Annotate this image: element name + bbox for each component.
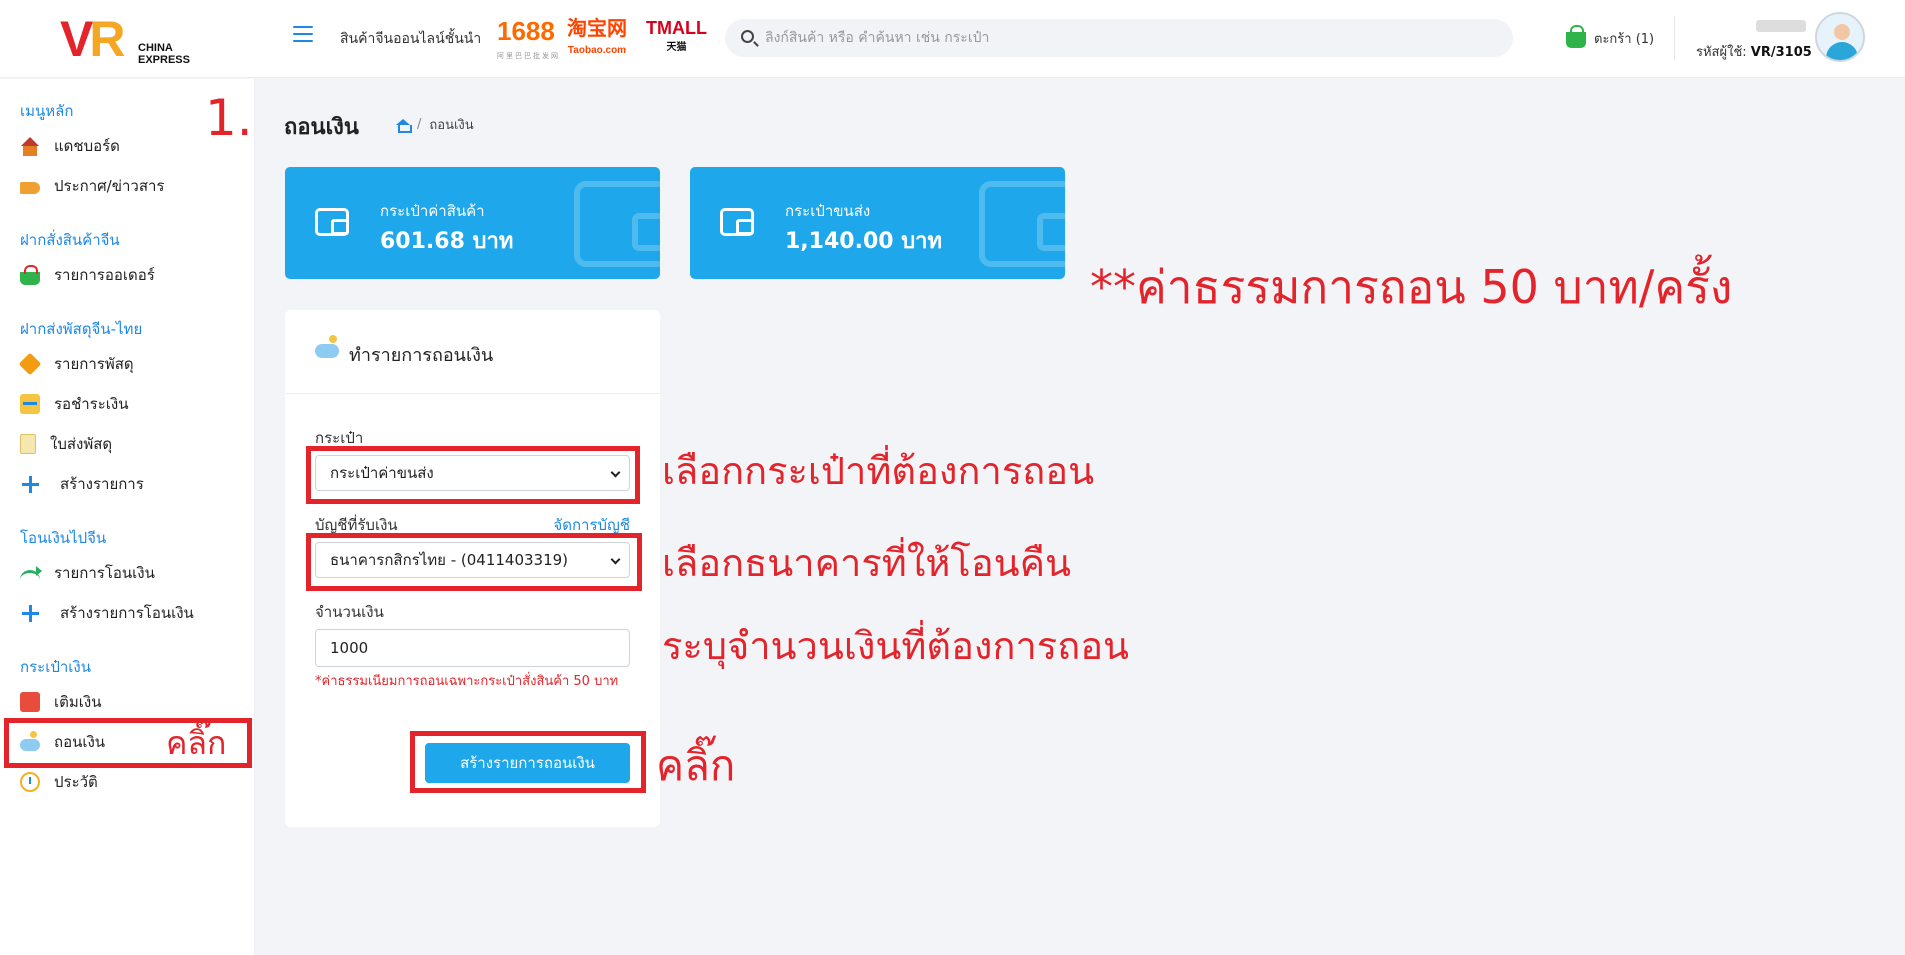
username-redacted bbox=[1756, 20, 1806, 32]
wallet-amount: 601.68 บาท bbox=[380, 229, 514, 254]
sidebar-section-transfer: โอนเงินไปจีน bbox=[20, 529, 107, 547]
annotation-enter-amount: ระบุจำนวนเงินที่ต้องการถอน bbox=[662, 624, 1130, 668]
brand-tmall-logo[interactable]: TMALL 天猫 bbox=[646, 18, 707, 58]
chevron-down-icon bbox=[610, 554, 621, 565]
brand-1688-logo[interactable]: 1688 阿里巴巴批发网 bbox=[497, 18, 560, 70]
form-title: ทำรายการถอนเงิน bbox=[349, 345, 494, 366]
sidebar-item-create-shipment[interactable]: สร้างรายการ bbox=[20, 470, 144, 498]
fee-note: *ค่าธรรมเนียมการถอนเฉพาะกระเป๋าสั่งสินค้… bbox=[315, 674, 619, 689]
sidebar: เมนูหลัก แดชบอร์ด ประกาศ/ข่าวสาร ฝากสั่ง… bbox=[0, 79, 255, 955]
sidebar-section-order: ฝากสั่งสินค้าจีน bbox=[20, 231, 120, 249]
clock-icon bbox=[20, 772, 40, 792]
transfer-arrow-icon bbox=[20, 566, 42, 582]
sidebar-item-parcels[interactable]: รายการพัสดุ bbox=[18, 350, 134, 378]
account-select[interactable]: ธนาคารกสิกรไทย - (0411403319) bbox=[315, 542, 630, 578]
sidebar-item-orders[interactable]: รายการออเดอร์ bbox=[20, 261, 155, 289]
brand-taobao-logo[interactable]: 淘宝网 Taobao.com bbox=[567, 18, 627, 62]
form-header: ทำรายการถอนเงิน bbox=[285, 310, 660, 394]
topup-icon bbox=[20, 692, 40, 712]
tagline: สินค้าจีนออนไลน์ชั้นนำ bbox=[340, 31, 482, 47]
sidebar-item-history[interactable]: ประวัติ bbox=[20, 768, 98, 796]
create-withdrawal-button[interactable]: สร้างรายการถอนเงิน bbox=[425, 743, 630, 783]
sidebar-item-dashboard[interactable]: แดชบอร์ด bbox=[20, 132, 120, 160]
megaphone-icon bbox=[20, 182, 40, 194]
withdraw-form: ทำรายการถอนเงิน กระเป๋า กระเป๋าค่าขนส่ง … bbox=[285, 310, 660, 827]
sidebar-item-shipping-slip[interactable]: ใบส่งพัสดุ bbox=[20, 430, 112, 458]
sidebar-item-pending-payment[interactable]: รอชำระเงิน bbox=[20, 390, 129, 418]
payment-icon bbox=[20, 394, 40, 414]
wallet-select[interactable]: กระเป๋าค่าขนส่ง bbox=[315, 455, 630, 491]
page-title: ถอนเงิน bbox=[284, 115, 359, 140]
search-icon[interactable] bbox=[741, 30, 754, 43]
wallet-label: กระเป๋าขนส่ง bbox=[785, 202, 871, 220]
home-icon[interactable] bbox=[396, 118, 412, 133]
sidebar-item-create-transfer[interactable]: สร้างรายการโอนเงิน bbox=[20, 599, 194, 627]
basket-icon bbox=[1566, 24, 1586, 48]
chevron-down-icon bbox=[610, 467, 621, 478]
logo-line-2: EXPRESS bbox=[138, 54, 190, 66]
annotation-choose-bank: เลือกธนาคารที่ให้โอนคืน bbox=[662, 541, 1072, 585]
withdraw-hand-icon bbox=[20, 731, 40, 751]
box-icon bbox=[18, 352, 42, 376]
wallet-card-goods[interactable]: กระเป๋าค่าสินค้า 601.68 บาท bbox=[285, 167, 660, 279]
sidebar-section-shipping: ฝากส่งพัสดุจีน-ไทย bbox=[20, 320, 143, 338]
plus-icon bbox=[20, 474, 40, 494]
cart-label: ตะกร้า (1) bbox=[1594, 32, 1655, 47]
sidebar-item-withdraw[interactable]: ถอนเงิน bbox=[20, 728, 105, 756]
sidebar-item-news[interactable]: ประกาศ/ข่าวสาร bbox=[20, 172, 164, 200]
annotation-step-number: 1. bbox=[205, 89, 253, 147]
wallet-bg-icon bbox=[979, 181, 1065, 267]
amount-field-label: จำนวนเงิน bbox=[315, 603, 384, 621]
sidebar-section-wallet: กระเป๋าเงิน bbox=[20, 658, 91, 676]
cart-button[interactable]: ตะกร้า (1) bbox=[1566, 24, 1655, 49]
logo-mark: VR bbox=[60, 11, 125, 67]
annotation-choose-wallet: เลือกกระเป๋าที่ต้องการถอน bbox=[662, 449, 1095, 493]
sidebar-item-transfers[interactable]: รายการโอนเงิน bbox=[20, 559, 155, 587]
wallet-field-label: กระเป๋า bbox=[315, 429, 364, 447]
wallet-amount: 1,140.00 บาท bbox=[785, 229, 943, 254]
basket-icon bbox=[20, 264, 40, 285]
sidebar-item-topup[interactable]: เติมเงิน bbox=[20, 688, 101, 716]
plus-icon bbox=[20, 603, 40, 623]
menu-toggle-icon[interactable] bbox=[293, 26, 313, 44]
wallet-label: กระเป๋าค่าสินค้า bbox=[380, 202, 485, 220]
search-bar bbox=[725, 19, 1513, 57]
header-divider bbox=[1674, 16, 1675, 60]
withdraw-hand-icon bbox=[315, 335, 339, 358]
search-input[interactable] bbox=[765, 19, 1495, 57]
annotation-click-submit: คลิ๊ก bbox=[656, 741, 736, 790]
annotation-click-sidebar: คลิ๊ก bbox=[166, 724, 227, 762]
top-bar: VR CHINA EXPRESS สินค้าจีนออนไลน์ชั้นนำ … bbox=[0, 0, 1905, 78]
breadcrumb: / ถอนเงิน bbox=[396, 114, 474, 135]
wallet-bg-icon bbox=[574, 181, 660, 267]
amount-input[interactable] bbox=[315, 629, 630, 667]
annotation-fee: **ค่าธรรมการถอน 50 บาท/ครั้ง bbox=[1090, 260, 1733, 314]
document-icon bbox=[20, 434, 36, 454]
avatar[interactable] bbox=[1815, 12, 1865, 62]
wallet-icon bbox=[315, 208, 349, 236]
wallet-icon bbox=[720, 208, 754, 236]
logo[interactable]: VR CHINA EXPRESS bbox=[60, 12, 200, 66]
manage-accounts-link[interactable]: จัดการบัญชี bbox=[553, 513, 630, 537]
wallet-card-shipping[interactable]: กระเป๋าขนส่ง 1,140.00 บาท bbox=[690, 167, 1065, 279]
account-field-label: บัญชีที่รับเงิน bbox=[315, 516, 398, 534]
sidebar-section-main: เมนูหลัก bbox=[20, 102, 74, 120]
user-code: รหัสผู้ใช้: VR/3105 bbox=[1696, 45, 1812, 60]
breadcrumb-current: ถอนเงิน bbox=[429, 118, 474, 133]
home-icon bbox=[20, 136, 40, 156]
logo-line-1: CHINA bbox=[138, 42, 173, 54]
